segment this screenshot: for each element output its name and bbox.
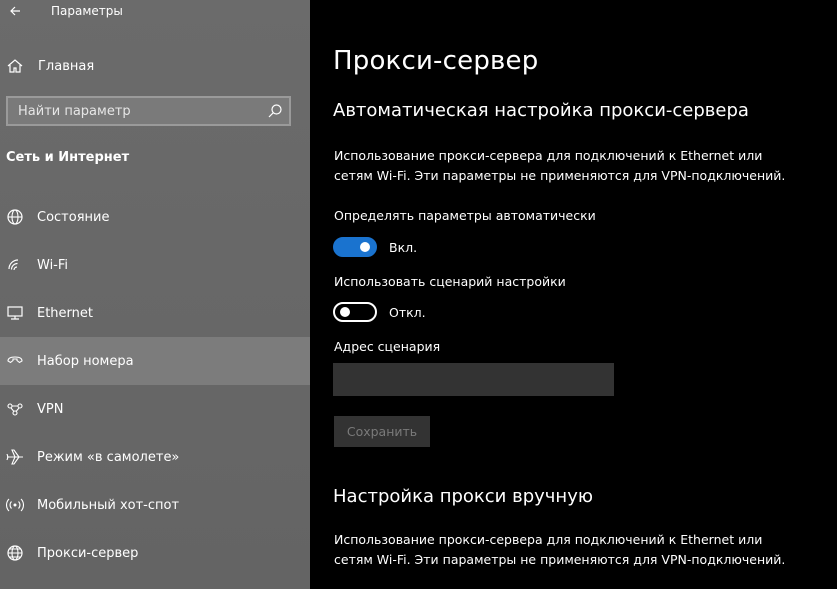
auto-description-line-1: Использование прокси-сервера для подключ… [334, 148, 763, 163]
auto-proxy-description: Использование прокси-сервера для подключ… [334, 146, 804, 186]
nav-list: Состояние Wi-Fi Ethernet Набор номера VP… [0, 193, 310, 577]
detect-settings-state: Вкл. [389, 239, 418, 255]
use-script-state: Откл. [389, 304, 426, 320]
sidebar-item-dialup[interactable]: Набор номера [0, 337, 310, 385]
manual-description-line-1: Использование прокси-сервера для подключ… [334, 532, 763, 547]
window-title: Параметры [51, 4, 123, 18]
airplane-icon [6, 448, 24, 466]
sidebar-item-ethernet[interactable]: Ethernet [0, 289, 310, 337]
page-title: Прокси-сервер [333, 46, 539, 76]
back-arrow-icon [10, 6, 20, 16]
auto-description-line-2: сетям Wi-Fi. Эти параметры не применяютс… [334, 168, 786, 183]
manual-proxy-description: Использование прокси-сервера для подключ… [334, 530, 804, 570]
home-icon [6, 57, 24, 75]
sidebar-item-airplane[interactable]: Режим «в самолете» [0, 433, 310, 481]
vpn-icon [6, 400, 24, 418]
search-icon[interactable] [267, 103, 283, 119]
sidebar: Параметры Главная Сеть и Интернет [0, 0, 310, 589]
sidebar-item-hotspot[interactable]: Мобильный хот-спот [0, 481, 310, 529]
sidebar-item-label: Состояние [37, 209, 110, 225]
toggle-knob [340, 307, 350, 317]
use-script-toggle[interactable] [333, 302, 377, 322]
home-label: Главная [38, 58, 95, 74]
globe-network-icon [6, 208, 24, 226]
toggle-knob [360, 242, 370, 252]
manual-proxy-heading: Настройка прокси вручную [333, 486, 593, 507]
sidebar-item-label: Набор номера [37, 353, 134, 369]
sidebar-item-status[interactable]: Состояние [0, 193, 310, 241]
main-content: Прокси-сервер Автоматическая настройка п… [310, 0, 837, 589]
sidebar-item-proxy[interactable]: Прокси-сервер [0, 529, 310, 577]
sidebar-item-label: Wi-Fi [37, 257, 69, 273]
wifi-icon [6, 256, 24, 274]
settings-window: Параметры Главная Сеть и Интернет [0, 0, 837, 589]
detect-settings-label: Определять параметры автоматически [334, 208, 596, 223]
sidebar-item-label: Режим «в самолете» [37, 449, 180, 465]
script-address-label: Адрес сценария [334, 339, 441, 354]
search-box[interactable] [6, 96, 291, 126]
back-button[interactable] [0, 0, 30, 22]
ethernet-icon [6, 304, 24, 322]
sidebar-item-wifi[interactable]: Wi-Fi [0, 241, 310, 289]
sidebar-item-label: Мобильный хот-спот [37, 497, 180, 513]
detect-settings-toggle[interactable] [333, 237, 377, 257]
auto-proxy-heading: Автоматическая настройка прокси-сервера [333, 100, 749, 121]
sidebar-item-label: VPN [37, 401, 64, 417]
sidebar-item-home[interactable]: Главная [0, 52, 310, 80]
globe-icon [6, 544, 24, 562]
sidebar-item-label: Ethernet [37, 305, 93, 321]
use-script-toggle-row: Откл. [333, 301, 426, 323]
save-button[interactable]: Сохранить [334, 416, 430, 447]
dialup-phone-icon [6, 352, 24, 370]
title-bar: Параметры [0, 0, 310, 22]
detect-settings-toggle-row: Вкл. [333, 236, 417, 258]
section-title: Сеть и Интернет [6, 150, 130, 165]
search-input[interactable] [8, 102, 260, 120]
use-script-label: Использовать сценарий настройки [334, 274, 566, 289]
hotspot-icon [6, 496, 24, 514]
script-address-input[interactable] [333, 363, 614, 396]
manual-description-line-2: сетям Wi-Fi. Эти параметры не применяютс… [334, 552, 786, 567]
sidebar-item-label: Прокси-сервер [37, 545, 139, 561]
sidebar-item-vpn[interactable]: VPN [0, 385, 310, 433]
